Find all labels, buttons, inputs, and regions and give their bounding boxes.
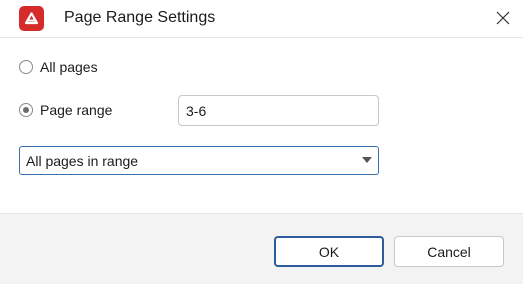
page-subset-dropdown[interactable]: All pages in range [19, 146, 379, 175]
chevron-down-icon [362, 157, 372, 163]
page-range-option[interactable]: Page range [19, 100, 112, 120]
title-bar: Page Range Settings [0, 0, 523, 38]
all-pages-option[interactable]: All pages [19, 57, 98, 77]
page-range-input[interactable] [178, 95, 379, 126]
ok-button[interactable]: OK [274, 236, 384, 267]
close-icon [496, 11, 510, 25]
cancel-button[interactable]: Cancel [394, 236, 504, 267]
all-pages-label: All pages [40, 59, 98, 75]
page-range-label: Page range [40, 102, 113, 118]
page-range-settings-dialog: Page Range Settings All pages Page range… [0, 0, 523, 284]
all-pages-radio[interactable] [19, 60, 33, 74]
close-button[interactable] [488, 4, 518, 32]
dialog-title: Page Range Settings [64, 9, 216, 26]
page-subset-value: All pages in range [26, 153, 139, 169]
pdf-app-icon [19, 6, 44, 31]
page-range-radio[interactable] [19, 103, 33, 117]
dialog-footer: OK Cancel [0, 213, 523, 284]
